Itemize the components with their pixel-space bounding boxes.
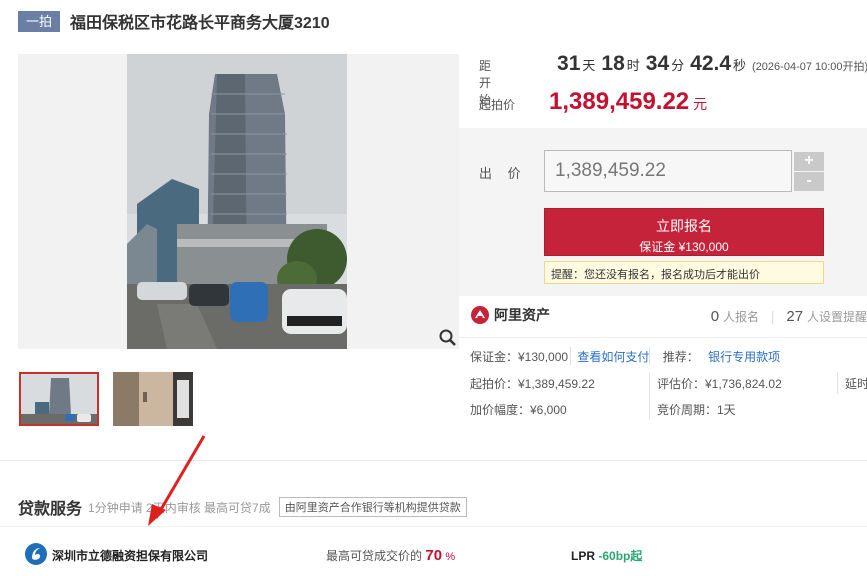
- loan-service: 贷款服务 1分钟申请 2天内审核 最高可贷7成 由阿里资产合作银行等机构提供贷款…: [0, 483, 867, 576]
- appraisal-info: 评估价：¥1,736,824.02: [657, 377, 782, 391]
- increase-bid-button[interactable]: +: [794, 152, 824, 171]
- round-tag: 一拍: [18, 10, 61, 32]
- loan-provider-badge: 由阿里资产合作银行等机构提供贷款: [278, 497, 467, 517]
- cycle-info: 竞价周期：1天: [657, 403, 736, 417]
- countdown-hours: 18: [601, 52, 625, 75]
- thumbnail-photo-building: [21, 374, 97, 424]
- lender-logo-icon: [25, 543, 47, 565]
- photo-gallery: [18, 54, 459, 349]
- ali-asset-icon: [471, 306, 489, 324]
- countdown-days-unit: 天: [582, 58, 596, 73]
- reminder-count-suffix: 人设置提醒: [806, 310, 867, 324]
- countdown-start-time: (2026-04-07 10:00开拍): [752, 61, 867, 73]
- seller-stats: 0 人报名 | 27 人设置提醒: [711, 308, 867, 325]
- thumbnail-2[interactable]: [113, 372, 193, 426]
- bank-loan-link[interactable]: 银行专用款项: [708, 350, 780, 364]
- countdown-minutes-unit: 分: [671, 58, 685, 73]
- info-row-deposit: 保证金：¥130,000 查看如何支付 推荐： 银行专用款项: [470, 348, 780, 365]
- lpr-label: LPR: [571, 549, 595, 563]
- title-bar: 一拍 福田保税区市花路长平商务大厦3210: [18, 8, 330, 34]
- how-to-pay-link[interactable]: 查看如何支付: [577, 350, 649, 364]
- loan-title-row: 贷款服务 1分钟申请 2天内审核 最高可贷7成 由阿里资产合作银行等机构提供贷款: [18, 495, 467, 519]
- decrease-bid-button[interactable]: -: [794, 172, 824, 191]
- loan-max-unit: %: [445, 551, 456, 563]
- info-divider: [649, 347, 650, 365]
- building-photo: [127, 54, 347, 349]
- signup-count-suffix: 人报名: [722, 310, 759, 324]
- signup-count: 0: [710, 308, 720, 325]
- main-photo[interactable]: [127, 54, 347, 349]
- deposit-info: 保证金：¥130,000: [470, 350, 569, 364]
- seller-header: 阿里资产 0 人报名 | 27 人设置提醒: [459, 296, 867, 338]
- loan-provider-row[interactable]: 深圳市立德融资担保有限公司 最高可贷成交价的 70 % LPR -60bp起: [0, 526, 867, 576]
- page-title: 福田保税区市花路长平商务大厦3210: [70, 15, 330, 32]
- thumbnail-1[interactable]: [19, 372, 99, 426]
- start-price-info: 起拍价：¥1,389,459.22: [470, 377, 595, 391]
- magnifier-icon: [439, 329, 456, 346]
- bid-amount-input[interactable]: [544, 150, 792, 192]
- signup-tip: 提醒：您还没有报名，报名成功后才能出价: [544, 261, 824, 284]
- auction-summary: 距开始 31 天 18 时 34 分 42.4 秒 (2026-04-07 10…: [459, 38, 867, 128]
- increment-info: 加价幅度：¥6,000: [470, 403, 567, 417]
- delay-info: 延时: [845, 377, 867, 391]
- start-price-value: 1,389,459.22: [549, 88, 690, 115]
- info-divider: [570, 347, 571, 365]
- lpr-value: -60bp起: [598, 549, 643, 563]
- loan-max-pct: 70: [425, 547, 443, 564]
- signup-button[interactable]: 立即报名 保证金 ¥130,000: [544, 208, 824, 256]
- start-price-row: 起拍价 1,389,459.22 元: [479, 88, 707, 116]
- recommend-label: 推荐：: [662, 350, 699, 364]
- reminder-count: 27: [786, 308, 804, 325]
- countdown-minutes: 34: [645, 52, 670, 75]
- start-price-label: 起拍价: [479, 98, 516, 112]
- loan-max-label: 最高可贷成交价的: [326, 549, 423, 563]
- lender-name: 深圳市立德融资担保有限公司: [52, 549, 209, 563]
- loan-max-ratio: 最高可贷成交价的 70 %: [326, 547, 455, 564]
- signup-button-label: 立即报名: [656, 218, 712, 234]
- section-divider: [0, 460, 867, 461]
- start-price-unit: 元: [693, 96, 708, 112]
- bid-panel: 出 价 + - 立即报名 保证金 ¥130,000 提醒：您还没有报名，报名成功…: [459, 128, 867, 296]
- thumbnail-photo-interior: [113, 372, 193, 426]
- seller-name: 阿里资产: [494, 307, 550, 323]
- countdown-seconds-unit: 秒: [733, 58, 747, 73]
- zoom-icon[interactable]: [437, 327, 459, 349]
- signup-deposit-label: 保证金 ¥130,000: [639, 240, 729, 254]
- countdown-days: 31: [557, 52, 581, 75]
- loan-lpr: LPR -60bp起: [571, 547, 642, 564]
- info-divider: [649, 372, 650, 420]
- countdown-seconds: 42.4: [690, 52, 732, 75]
- seller-logo: 阿里资产: [470, 305, 550, 325]
- loan-subtitle: 1分钟申请 2天内审核 最高可贷7成: [88, 500, 271, 515]
- bid-label: 出 价: [479, 166, 527, 181]
- countdown-hours-unit: 时: [626, 58, 640, 73]
- loan-title: 贷款服务: [18, 501, 83, 518]
- stats-divider: |: [770, 308, 775, 324]
- info-divider: [837, 372, 838, 394]
